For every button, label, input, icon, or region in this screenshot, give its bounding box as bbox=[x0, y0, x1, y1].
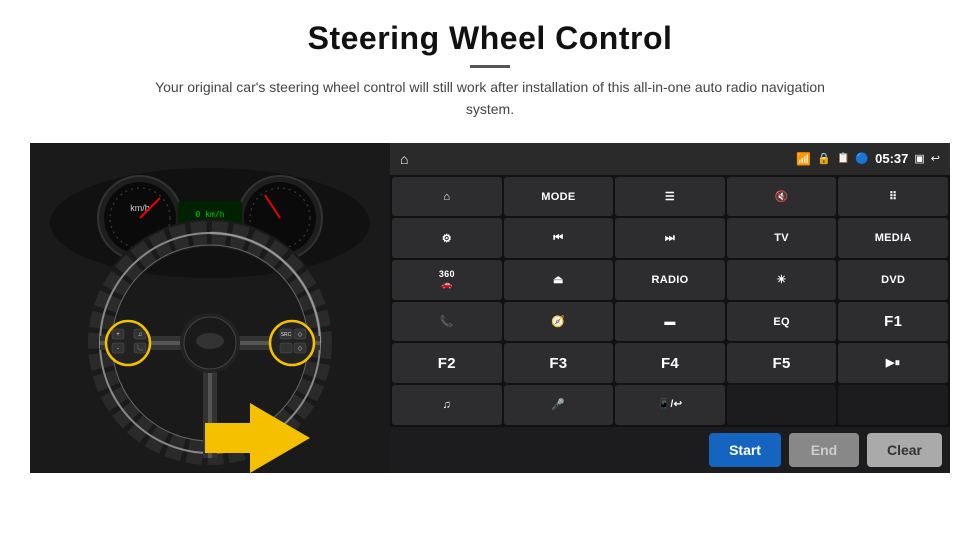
bluetooth-icon: 🔵 bbox=[855, 152, 869, 165]
btn-f1[interactable]: F1 bbox=[838, 302, 948, 342]
wifi-icon: 📶 bbox=[796, 152, 811, 166]
sim-icon: 📋 bbox=[837, 153, 849, 164]
home-status-icon: ⌂ bbox=[400, 151, 408, 167]
btn-nav2[interactable]: 🧭 bbox=[504, 302, 614, 342]
btn-cam360[interactable]: 360🚗 bbox=[392, 260, 502, 300]
btn-tv[interactable]: TV bbox=[727, 218, 837, 258]
start-button[interactable]: Start bbox=[709, 433, 781, 467]
btn-eject[interactable]: ⏏ bbox=[504, 260, 614, 300]
btn-screen[interactable]: ▬ bbox=[615, 302, 725, 342]
btn-brightness[interactable]: ☀ bbox=[727, 260, 837, 300]
svg-text:♫: ♫ bbox=[138, 332, 143, 338]
svg-text:+: + bbox=[116, 332, 120, 338]
title-section: Steering Wheel Control Your original car… bbox=[140, 20, 840, 135]
steering-wheel-image: km/h 0 km/h 0°C bbox=[30, 143, 390, 473]
status-right: 📶 🔒 📋 🔵 05:37 ▣ ↩ bbox=[796, 151, 940, 166]
svg-text:0 km/h: 0 km/h bbox=[196, 210, 225, 219]
lock-icon: 🔒 bbox=[817, 152, 831, 165]
btn-home[interactable]: ⌂ bbox=[392, 177, 502, 217]
btn-playpause[interactable]: ▶⏸ bbox=[838, 343, 948, 383]
btn-radio[interactable]: RADIO bbox=[615, 260, 725, 300]
btn-eq[interactable]: EQ bbox=[727, 302, 837, 342]
btn-nav[interactable]: ⚙ bbox=[392, 218, 502, 258]
btn-f2[interactable]: F2 bbox=[392, 343, 502, 383]
svg-text:SRC: SRC bbox=[281, 332, 292, 338]
btn-list[interactable]: ☰ bbox=[615, 177, 725, 217]
btn-mic[interactable]: 🎤 bbox=[504, 385, 614, 425]
control-panel: ⌂ 📶 🔒 📋 🔵 05:37 ▣ ↩ bbox=[390, 143, 950, 473]
action-bar: Start End Clear bbox=[390, 427, 950, 473]
btn-apps[interactable]: ⠿ bbox=[838, 177, 948, 217]
status-bar: ⌂ 📶 🔒 📋 🔵 05:37 ▣ ↩ bbox=[390, 143, 950, 175]
title-divider bbox=[470, 65, 510, 68]
btn-blank1 bbox=[727, 385, 837, 425]
btn-call[interactable]: 📱/↩ bbox=[615, 385, 725, 425]
svg-text:-: - bbox=[117, 346, 119, 352]
page-title: Steering Wheel Control bbox=[140, 20, 840, 57]
subtitle: Your original car's steering wheel contr… bbox=[140, 76, 840, 121]
btn-dvd[interactable]: DVD bbox=[838, 260, 948, 300]
page-container: Steering Wheel Control Your original car… bbox=[0, 0, 980, 544]
btn-music[interactable]: ♫ bbox=[392, 385, 502, 425]
btn-f4[interactable]: F4 bbox=[615, 343, 725, 383]
btn-blank2 bbox=[838, 385, 948, 425]
btn-next[interactable]: ⏭ bbox=[615, 218, 725, 258]
btn-phone[interactable]: 📞 bbox=[392, 302, 502, 342]
content-row: km/h 0 km/h 0°C bbox=[30, 143, 950, 473]
svg-text:📞: 📞 bbox=[136, 344, 144, 352]
btn-mode[interactable]: MODE bbox=[504, 177, 614, 217]
end-button[interactable]: End bbox=[789, 433, 859, 467]
status-time: 05:37 bbox=[875, 151, 908, 166]
clear-button[interactable]: Clear bbox=[867, 433, 942, 467]
btn-media[interactable]: MEDIA bbox=[838, 218, 948, 258]
button-grid: ⌂ MODE ☰ 🔇 ⠿ ⚙ ⏮ ⏭ TV MEDIA 360🚗 ⏏ RADIO… bbox=[390, 175, 950, 427]
btn-f5[interactable]: F5 bbox=[727, 343, 837, 383]
btn-prev[interactable]: ⏮ bbox=[504, 218, 614, 258]
screen-icon: ▣ bbox=[914, 152, 924, 165]
btn-f3[interactable]: F3 bbox=[504, 343, 614, 383]
status-left: ⌂ bbox=[400, 151, 408, 167]
svg-text:◇: ◇ bbox=[298, 332, 303, 338]
back-icon: ↩ bbox=[931, 152, 940, 165]
btn-vol-mute[interactable]: 🔇 bbox=[727, 177, 837, 217]
svg-text:◇: ◇ bbox=[298, 346, 303, 352]
